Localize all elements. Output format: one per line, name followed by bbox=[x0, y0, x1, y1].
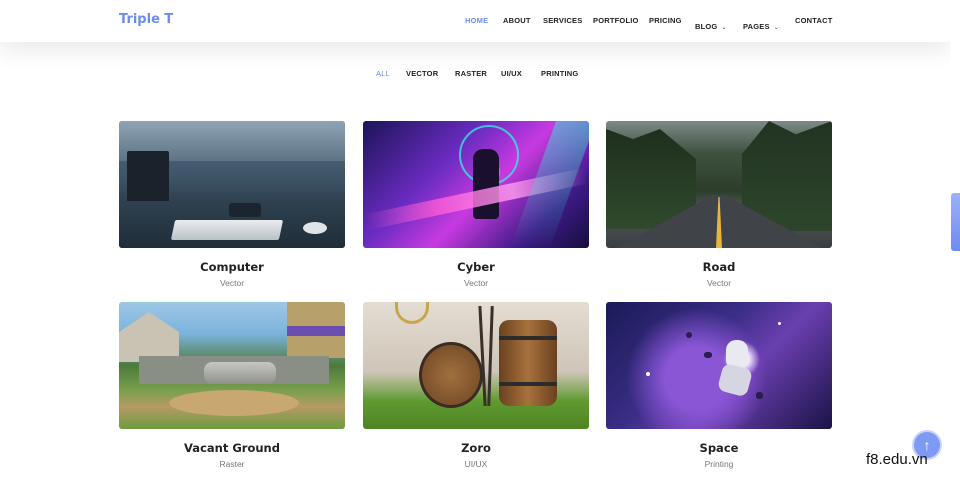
portfolio-category: Vector bbox=[463, 278, 489, 288]
nav-portfolio[interactable]: PORTFOLIO bbox=[593, 16, 639, 25]
portfolio-title[interactable]: Zoro bbox=[363, 441, 589, 455]
watermark-text: f8.edu.vn bbox=[866, 451, 928, 468]
filter-printing[interactable]: PRINTING bbox=[541, 69, 578, 78]
portfolio-title[interactable]: Vacant Ground bbox=[119, 441, 345, 455]
portfolio-category: UI/UX bbox=[464, 459, 488, 469]
site-logo[interactable]: Triple T bbox=[119, 12, 173, 27]
portfolio-category: Raster bbox=[219, 459, 245, 469]
nav-services[interactable]: SERVICES bbox=[543, 16, 582, 25]
portfolio-category: Vector bbox=[706, 278, 732, 288]
portfolio-card-cyber[interactable]: Cyber Vector bbox=[363, 121, 589, 288]
nav-contact[interactable]: CONTACT bbox=[795, 16, 833, 25]
filter-all[interactable]: ALL bbox=[376, 69, 390, 78]
portfolio-image-vacant-ground[interactable] bbox=[119, 302, 345, 429]
nav-home[interactable]: HOME bbox=[465, 16, 488, 25]
nav-blog: BLOG bbox=[695, 22, 718, 31]
portfolio-title[interactable]: Cyber bbox=[363, 260, 589, 274]
portfolio-image-zoro[interactable] bbox=[363, 302, 589, 429]
nav-blog-dropdown[interactable]: BLOG ⌄ bbox=[695, 16, 727, 34]
chevron-down-icon: ⌄ bbox=[721, 25, 727, 31]
nav-pages-dropdown[interactable]: PAGES ⌄ bbox=[743, 16, 779, 34]
nav-about[interactable]: ABOUT bbox=[503, 16, 531, 25]
portfolio-image-cyber[interactable] bbox=[363, 121, 589, 248]
portfolio-title[interactable]: Road bbox=[606, 260, 832, 274]
portfolio-card-vacant-ground[interactable]: Vacant Ground Raster bbox=[119, 302, 345, 469]
portfolio-category: Vector bbox=[219, 278, 245, 288]
portfolio-title[interactable]: Space bbox=[606, 441, 832, 455]
portfolio-image-computer[interactable] bbox=[119, 121, 345, 248]
nav-pricing[interactable]: PRICING bbox=[649, 16, 682, 25]
portfolio-image-road[interactable] bbox=[606, 121, 832, 248]
portfolio-card-computer[interactable]: Computer Vector bbox=[119, 121, 345, 288]
nav-pages: PAGES bbox=[743, 22, 770, 31]
filter-raster[interactable]: RASTER bbox=[455, 69, 487, 78]
chevron-down-icon: ⌄ bbox=[773, 25, 779, 31]
portfolio-card-zoro[interactable]: Zoro UI/UX bbox=[363, 302, 589, 469]
portfolio-card-road[interactable]: Road Vector bbox=[606, 121, 832, 288]
portfolio-category: Printing bbox=[704, 459, 734, 469]
filter-vector[interactable]: VECTOR bbox=[406, 69, 438, 78]
scrollbar-thumb[interactable] bbox=[951, 193, 960, 251]
filter-uiux[interactable]: UI/UX bbox=[501, 69, 522, 78]
portfolio-card-space[interactable]: Space Printing bbox=[606, 302, 832, 469]
portfolio-image-space[interactable] bbox=[606, 302, 832, 429]
site-header: Triple T HOME ABOUT SERVICES PORTFOLIO P… bbox=[0, 0, 950, 42]
portfolio-title[interactable]: Computer bbox=[119, 260, 345, 274]
